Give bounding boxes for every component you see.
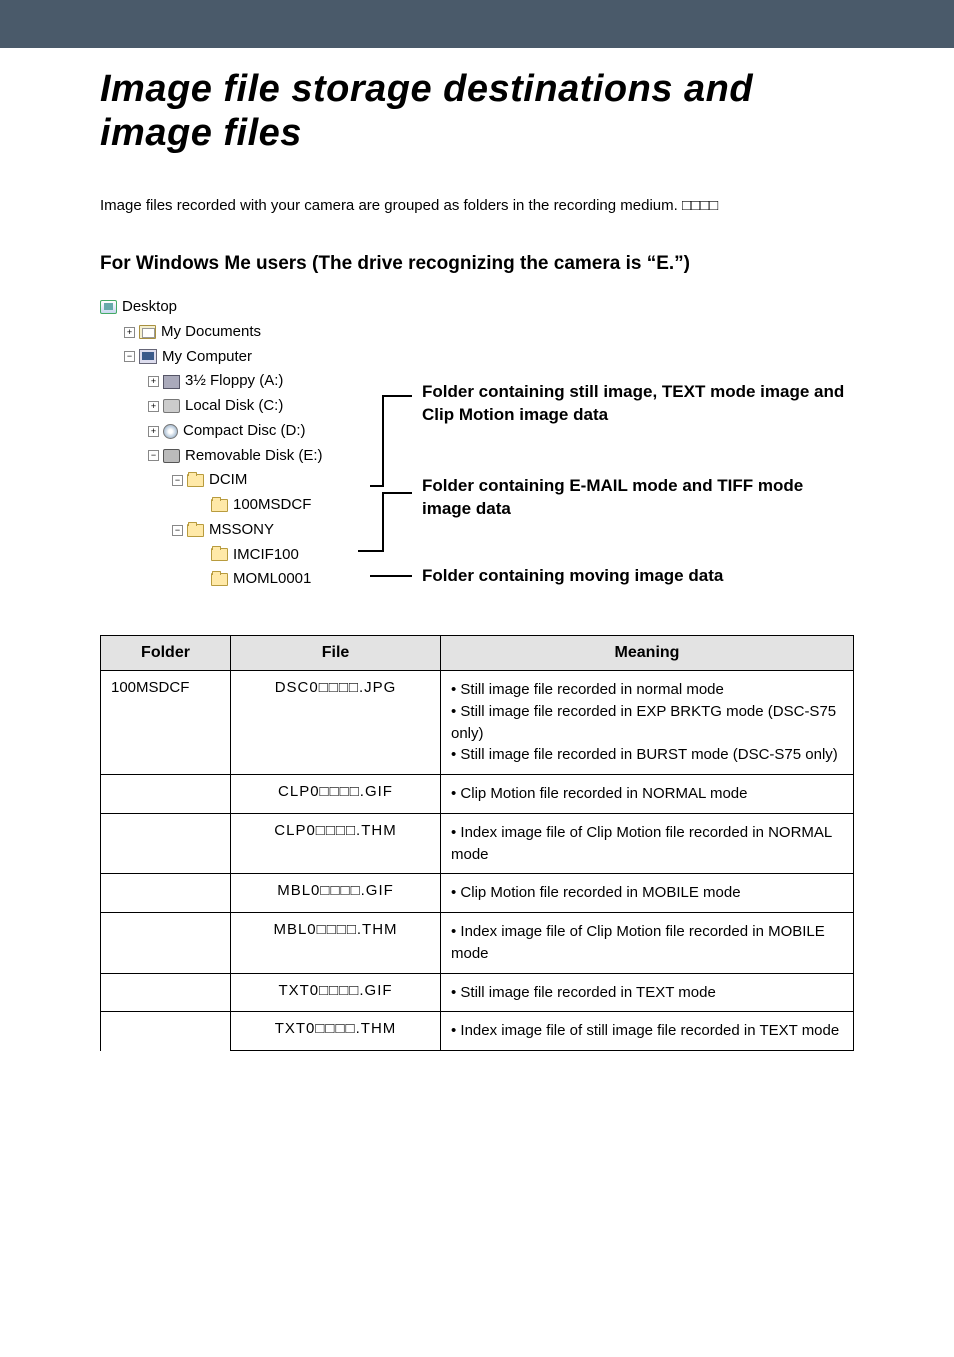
- tree-label: IMCIF100: [233, 543, 299, 568]
- tree-label: Desktop: [122, 295, 177, 320]
- tree-row: IMCIF100: [100, 543, 400, 568]
- top-bar: [0, 0, 954, 48]
- folder-icon: [187, 474, 204, 487]
- th-file: File: [231, 636, 441, 671]
- plus-icon[interactable]: +: [148, 426, 159, 437]
- th-meaning: Meaning: [441, 636, 854, 671]
- cell-folder: [101, 874, 231, 913]
- plus-icon[interactable]: +: [148, 376, 159, 387]
- cell-file: CLP0□□□□.THM: [231, 813, 441, 874]
- table-row: TXT0□□□□.GIF• Still image file recorded …: [101, 973, 854, 1012]
- tree-label: 100MSDCF: [233, 493, 311, 518]
- cell-file: CLP0□□□□.GIF: [231, 775, 441, 814]
- cell-meaning: • Clip Motion file recorded in NORMAL mo…: [441, 775, 854, 814]
- tree-row: 100MSDCF: [100, 493, 400, 518]
- cell-folder: [101, 913, 231, 974]
- explorer-tree: Desktop +My Documents−My Computer+3½ Flo…: [100, 295, 400, 592]
- cell-folder: [101, 1012, 231, 1051]
- tree-row: MOML0001: [100, 567, 400, 592]
- tree-label: Removable Disk (E:): [185, 444, 323, 469]
- th-folder: Folder: [101, 636, 231, 671]
- connector-line: [382, 395, 384, 485]
- minus-icon[interactable]: −: [172, 475, 183, 486]
- folder-icon: [211, 573, 228, 586]
- cell-folder: [101, 973, 231, 1012]
- plus-icon[interactable]: +: [148, 401, 159, 412]
- callout-still-image: Folder containing still image, TEXT mode…: [400, 381, 854, 427]
- disk-icon: [163, 399, 180, 413]
- page-content: Image file storage destinations and imag…: [0, 48, 954, 1091]
- intro-text: Image files recorded with your camera ar…: [100, 195, 854, 216]
- cell-meaning: • Index image file of Clip Motion file r…: [441, 813, 854, 874]
- plus-icon[interactable]: +: [124, 327, 135, 338]
- page-title: Image file storage destinations and imag…: [100, 68, 854, 155]
- tree-area: Desktop +My Documents−My Computer+3½ Flo…: [100, 295, 854, 595]
- callout-email-tiff: Folder containing E-MAIL mode and TIFF m…: [400, 475, 854, 521]
- cell-file: MBL0□□□□.THM: [231, 913, 441, 974]
- tree-label: Local Disk (C:): [185, 394, 283, 419]
- tree-label: My Computer: [162, 345, 252, 370]
- example-heading: For Windows Me users (The drive recogniz…: [100, 252, 854, 277]
- tree-label: DCIM: [209, 468, 247, 493]
- connector-line: [370, 575, 412, 577]
- table-row: 100MSDCFDSC0□□□□.JPG• Still image file r…: [101, 671, 854, 775]
- cell-meaning: • Still image file recorded in TEXT mode: [441, 973, 854, 1012]
- tree-row: + My Documents: [100, 320, 400, 345]
- cell-folder: 100MSDCF: [101, 671, 231, 775]
- tree-label: MSSONY: [209, 518, 274, 543]
- cell-meaning: • Still image file recorded in normal mo…: [441, 671, 854, 775]
- callout-moving-image: Folder containing moving image data: [400, 565, 723, 588]
- tree-row: − MSSONY: [100, 518, 400, 543]
- tree-label: Compact Disc (D:): [183, 419, 306, 444]
- connector-line: [382, 395, 412, 397]
- desktop-icon: [100, 300, 117, 314]
- connector-line: [358, 550, 384, 552]
- remdisk-icon: [163, 449, 180, 463]
- cell-file: MBL0□□□□.GIF: [231, 874, 441, 913]
- cell-file: TXT0□□□□.GIF: [231, 973, 441, 1012]
- table-row: TXT0□□□□.THM• Index image file of still …: [101, 1012, 854, 1051]
- tree-row: +3½ Floppy (A:): [100, 369, 400, 394]
- table-header-row: Folder File Meaning: [101, 636, 854, 671]
- tree-row: − Removable Disk (E:): [100, 444, 400, 469]
- minus-icon[interactable]: −: [124, 351, 135, 362]
- minus-icon[interactable]: −: [172, 525, 183, 536]
- folder-icon: [211, 548, 228, 561]
- minus-icon[interactable]: −: [148, 450, 159, 461]
- floppy-icon: [163, 375, 180, 389]
- tree-row: + Local Disk (C:): [100, 394, 400, 419]
- cell-folder: [101, 813, 231, 874]
- table-row: MBL0□□□□.THM• Index image file of Clip M…: [101, 913, 854, 974]
- connector-line: [382, 492, 412, 494]
- computer-icon: [139, 349, 157, 364]
- tree-label: My Documents: [161, 320, 261, 345]
- table-row: CLP0□□□□.GIF• Clip Motion file recorded …: [101, 775, 854, 814]
- tree-row: + Compact Disc (D:): [100, 419, 400, 444]
- cell-meaning: • Index image file of still image file r…: [441, 1012, 854, 1051]
- callouts: Folder containing still image, TEXT mode…: [400, 295, 854, 595]
- docs-icon: [139, 325, 156, 339]
- tree-label: MOML0001: [233, 567, 311, 592]
- cell-file: TXT0□□□□.THM: [231, 1012, 441, 1051]
- connector-line: [382, 492, 384, 550]
- table-row: MBL0□□□□.GIF• Clip Motion file recorded …: [101, 874, 854, 913]
- cell-folder: [101, 775, 231, 814]
- tree-root: Desktop: [100, 295, 400, 320]
- tree-row: − DCIM: [100, 468, 400, 493]
- cell-meaning: • Index image file of Clip Motion file r…: [441, 913, 854, 974]
- folder-icon: [211, 499, 228, 512]
- tree-label: 3½ Floppy (A:): [185, 369, 283, 394]
- tree-row: − My Computer: [100, 345, 400, 370]
- cell-file: DSC0□□□□.JPG: [231, 671, 441, 775]
- cd-icon: [163, 424, 178, 439]
- table-row: CLP0□□□□.THM• Index image file of Clip M…: [101, 813, 854, 874]
- cell-meaning: • Clip Motion file recorded in MOBILE mo…: [441, 874, 854, 913]
- connector-line: [370, 485, 384, 487]
- folder-icon: [187, 524, 204, 537]
- file-table: Folder File Meaning 100MSDCFDSC0□□□□.JPG…: [100, 635, 854, 1051]
